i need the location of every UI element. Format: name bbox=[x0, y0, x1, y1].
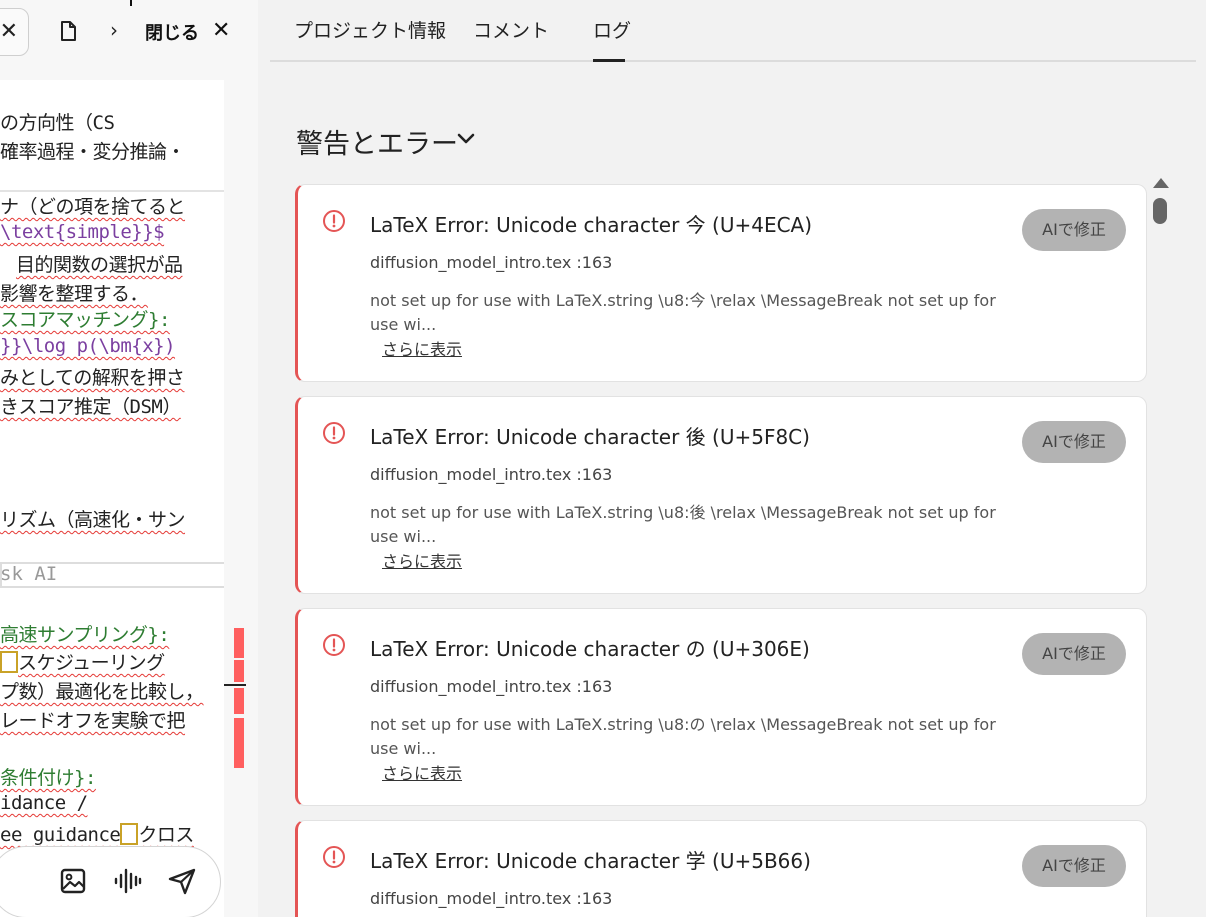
close-tab-button[interactable]: ✕ bbox=[0, 8, 29, 56]
error-file[interactable]: diffusion_model_intro.tex :163 bbox=[370, 253, 612, 272]
editor-line: 確率過程・変分推論・ bbox=[0, 141, 186, 163]
error-title: LaTeX Error: Unicode character 学 (U+5B66… bbox=[370, 849, 811, 873]
error-card: LaTeX Error: Unicode character 後 (U+5F8C… bbox=[295, 396, 1147, 594]
ai-fix-button[interactable]: AIで修正 bbox=[1022, 421, 1126, 463]
scrollbar-thumb[interactable] bbox=[1153, 198, 1167, 224]
voice-icon[interactable] bbox=[113, 867, 143, 895]
editor-line: レードオフを実験で把 bbox=[0, 710, 186, 732]
panel-tabs: プロジェクト情報 コメント ログ bbox=[270, 0, 1196, 62]
error-card: LaTeX Error: Unicode character 今 (U+4ECA… bbox=[295, 184, 1147, 382]
editor-toolbar: ✕ › 閉じる ✕ bbox=[0, 0, 258, 62]
error-title: LaTeX Error: Unicode character 後 (U+5F8C… bbox=[370, 425, 810, 449]
editor-line: ナ（どの項を捨てると bbox=[0, 196, 186, 218]
section-title[interactable]: 警告とエラー bbox=[296, 122, 458, 161]
error-file[interactable]: diffusion_model_intro.tex :163 bbox=[370, 889, 612, 908]
editor-line: スケジューリング bbox=[0, 648, 165, 675]
ai-fix-button[interactable]: AIで修正 bbox=[1022, 845, 1126, 887]
close-icon: ✕ bbox=[0, 19, 18, 44]
editor-line: 高速サンプリング}: bbox=[0, 624, 170, 646]
tab-logs[interactable]: ログ bbox=[593, 16, 631, 43]
editor-line: 条件付け}: bbox=[0, 767, 96, 789]
image-icon[interactable] bbox=[59, 867, 87, 895]
editor-line: スコアマッチング}: bbox=[0, 309, 170, 331]
show-more-link[interactable]: さらに表示 bbox=[382, 760, 462, 784]
close-label-button[interactable]: 閉じる bbox=[145, 19, 199, 45]
editor-pane: ✕ › 閉じる ✕ の方向性（CS 確率過程・変分推論・ ナ（どの項を捨てると … bbox=[0, 0, 258, 917]
show-more-link[interactable]: さらに表示 bbox=[382, 548, 462, 572]
active-tab-indicator bbox=[593, 59, 625, 62]
editor-line: の方向性（CS bbox=[0, 112, 115, 134]
close-panel-icon[interactable]: ✕ bbox=[212, 18, 230, 43]
error-marker[interactable] bbox=[234, 660, 244, 682]
editor-line: みとしての解釈を押さ bbox=[0, 367, 185, 389]
error-icon bbox=[323, 210, 345, 232]
ai-fix-button[interactable]: AIで修正 bbox=[1022, 209, 1126, 251]
whitespace-marker bbox=[0, 651, 18, 673]
error-message: not set up for use with LaTeX.string \u8… bbox=[370, 291, 996, 334]
error-icon bbox=[323, 422, 345, 444]
editor-line: ee guidance クロス bbox=[0, 823, 194, 846]
show-more-link[interactable]: さらに表示 bbox=[382, 336, 462, 360]
error-message: not set up for use with LaTeX.string \u8… bbox=[370, 715, 996, 758]
editor-line: idance / bbox=[0, 792, 88, 814]
editor-line: \text{simple}}$ bbox=[0, 221, 165, 243]
editor-line: 影響を整理する． bbox=[0, 283, 149, 305]
editor-scroll-gutter[interactable] bbox=[224, 80, 258, 917]
code-editor[interactable]: の方向性（CS 確率過程・変分推論・ ナ（どの項を捨てると \text{simp… bbox=[0, 80, 224, 917]
error-icon bbox=[323, 846, 345, 868]
send-icon[interactable] bbox=[167, 867, 197, 895]
tab-comments[interactable]: コメント bbox=[473, 16, 549, 43]
ai-fix-button[interactable]: AIで修正 bbox=[1022, 633, 1126, 675]
ask-ai-placeholder: sk AI bbox=[0, 563, 58, 585]
error-file[interactable]: diffusion_model_intro.tex :163 bbox=[370, 677, 612, 696]
editor-line: }}\log p(\bm{x}) bbox=[0, 335, 176, 357]
editor-line: リズム（高速化・サン bbox=[0, 509, 186, 531]
ai-compose-bar bbox=[0, 846, 221, 917]
editor-line: プ数）最適化を比較し， bbox=[0, 681, 204, 703]
chevron-down-icon[interactable] bbox=[454, 126, 478, 150]
tab-project-info[interactable]: プロジェクト情報 bbox=[294, 16, 446, 43]
error-icon bbox=[323, 634, 345, 656]
file-icon[interactable] bbox=[58, 20, 78, 42]
error-message: not set up for use with LaTeX.string \u8… bbox=[370, 503, 996, 546]
error-marker[interactable] bbox=[234, 628, 244, 658]
scroll-up-arrow[interactable] bbox=[1153, 178, 1169, 188]
error-title: LaTeX Error: Unicode character の (U+306E… bbox=[370, 637, 810, 661]
editor-line: 目的関数の選択が品 bbox=[16, 254, 183, 276]
chevron-right-icon[interactable]: › bbox=[110, 18, 118, 42]
whitespace-marker bbox=[120, 823, 139, 845]
error-file[interactable]: diffusion_model_intro.tex :163 bbox=[370, 465, 612, 484]
scroll-position-indicator bbox=[224, 684, 246, 686]
error-card: LaTeX Error: Unicode character の (U+306E… bbox=[295, 608, 1147, 806]
logs-panel: プロジェクト情報 コメント ログ 警告とエラー LaTeX Error: Uni… bbox=[258, 0, 1206, 917]
text-cursor bbox=[130, 0, 132, 6]
error-title: LaTeX Error: Unicode character 今 (U+4ECA… bbox=[370, 213, 813, 237]
error-card: LaTeX Error: Unicode character 学 (U+5B66… bbox=[295, 820, 1147, 917]
editor-line: きスコア推定（DSM） bbox=[0, 396, 181, 418]
error-marker[interactable] bbox=[234, 718, 244, 768]
error-marker[interactable] bbox=[234, 688, 244, 714]
